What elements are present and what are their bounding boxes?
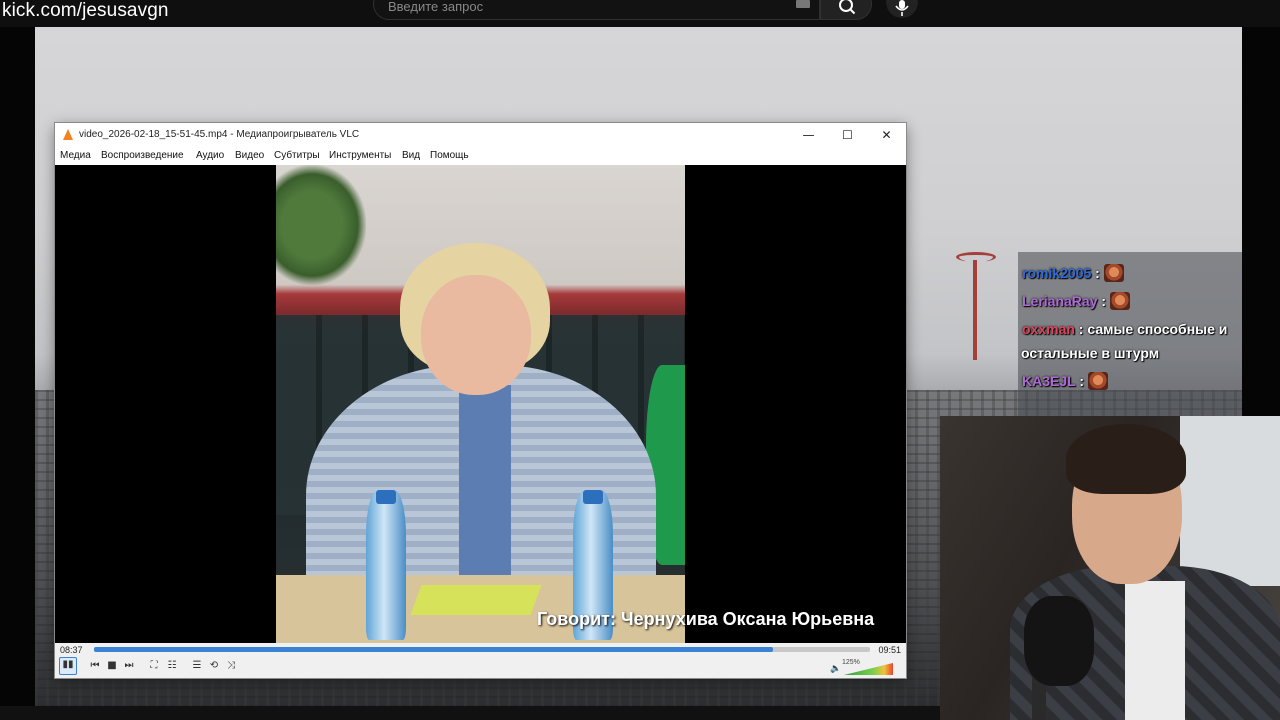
volume-slider[interactable] [844, 663, 893, 675]
webcam-hair [1066, 424, 1186, 494]
menu-tools[interactable]: Инструменты [329, 150, 391, 161]
playlist-icon[interactable]: ☰ [189, 659, 205, 673]
total-time: 09:51 [878, 645, 901, 655]
menu-video[interactable]: Видео [235, 150, 264, 161]
search-icon [839, 0, 856, 15]
voice-search-button[interactable] [886, 0, 918, 18]
shuffle-icon[interactable]: ⤨ [223, 659, 239, 673]
chat-separator: : [1091, 265, 1100, 281]
stream-url: kick.com/jesusavgn [2, 0, 169, 21]
microphone-icon [895, 0, 909, 16]
speaker-blouse [459, 385, 511, 585]
video-area[interactable]: Говорит: Чернухива Оксана Юрьевна [55, 165, 906, 643]
seek-bar[interactable] [94, 647, 870, 652]
menu-media[interactable]: Медиа [60, 150, 91, 161]
chat-username: KA3EJL [1022, 373, 1076, 389]
chat-message: KA3EJL : [1022, 372, 1108, 390]
plant-graphic [276, 165, 366, 285]
stop-icon[interactable]: ■ [104, 659, 120, 673]
chat-separator: : [1097, 293, 1107, 309]
search-box[interactable] [373, 0, 820, 20]
vlc-menu-bar: Медиа Воспроизведение Аудио Видео Субтит… [55, 147, 906, 165]
left-margin [0, 27, 35, 720]
previous-icon[interactable]: ⏮ [87, 659, 103, 673]
menu-playback[interactable]: Воспроизведение [101, 150, 184, 161]
top-bar: kick.com/jesusavgn [0, 0, 1280, 27]
chat-message: LerianaRay : [1022, 292, 1131, 310]
vlc-cone-icon [63, 129, 73, 140]
menu-view[interactable]: Вид [402, 150, 420, 161]
search-button[interactable] [820, 0, 872, 20]
emote-icon [1110, 292, 1131, 310]
keyboard-icon[interactable] [796, 0, 810, 8]
close-button[interactable]: ✕ [867, 123, 906, 147]
name-card [410, 585, 542, 615]
streamer-webcam [940, 416, 1280, 720]
video-caption: Говорит: Чернухива Оксана Юрьевна [537, 609, 875, 629]
bottle-cap-left [376, 490, 396, 504]
chat-message: romik2005 : [1022, 264, 1124, 282]
chat-separator: : [1075, 373, 1084, 389]
water-bottle-left [366, 490, 406, 640]
chat-text: самые способные и [1083, 321, 1228, 337]
video-frame [276, 165, 685, 643]
speaker-face [421, 275, 531, 395]
pause-button[interactable]: ▮▮ [59, 657, 77, 675]
chat-username: LerianaRay [1022, 293, 1098, 309]
right-margin [1242, 27, 1280, 417]
extended-settings-icon[interactable]: ☷ [164, 659, 180, 673]
maximize-button[interactable]: ☐ [828, 123, 867, 147]
next-icon[interactable]: ⏭ [121, 659, 137, 673]
chat-overlay: romik2005 : LerianaRay : oxxman : самые … [1018, 252, 1242, 416]
vlc-window[interactable]: video_2026-02-18_15-51-45.mp4 - Медиапро… [55, 123, 906, 678]
elapsed-time: 08:37 [60, 645, 83, 655]
emote-icon [1088, 372, 1108, 390]
emote-icon [1103, 264, 1124, 282]
menu-audio[interactable]: Аудио [196, 150, 224, 161]
screen: kick.com/jesusavgn romik2005 : [0, 0, 1280, 720]
tower-pole [973, 260, 977, 360]
microphone-graphic [1024, 596, 1094, 686]
minimize-button[interactable]: — [789, 123, 828, 147]
bottle-cap-right [583, 490, 603, 504]
chat-message: oxxman : самые способные и [1022, 321, 1227, 337]
fullscreen-icon[interactable]: ⛶ [146, 659, 162, 673]
webcam-wall [1180, 416, 1280, 586]
vlc-title-bar[interactable]: video_2026-02-18_15-51-45.mp4 - Медиапро… [55, 123, 906, 147]
loop-icon[interactable]: ⟲ [206, 659, 222, 673]
chat-username: oxxman [1022, 321, 1075, 337]
menu-subtitles[interactable]: Субтитры [274, 150, 320, 161]
chat-message-continuation: остальные в штурм [1021, 345, 1159, 361]
menu-help[interactable]: Помощь [430, 150, 469, 161]
speaker-icon[interactable]: 🔈 [830, 664, 841, 674]
search-input[interactable] [388, 0, 768, 14]
vlc-controls: 08:37 09:51 ▮▮ ⏮ ■ ⏭ ⛶ ☷ ☰ ⟲ ⤨ 🔈 125% [55, 643, 906, 678]
seek-progress [94, 647, 773, 652]
chat-username: romik2005 [1022, 265, 1092, 281]
parachute-tower-graphic [948, 250, 1004, 360]
window-title: video_2026-02-18_15-51-45.mp4 - Медиапро… [79, 129, 360, 140]
chat-text: остальные в штурм [1021, 345, 1160, 361]
webcam-tshirt [1125, 581, 1185, 720]
